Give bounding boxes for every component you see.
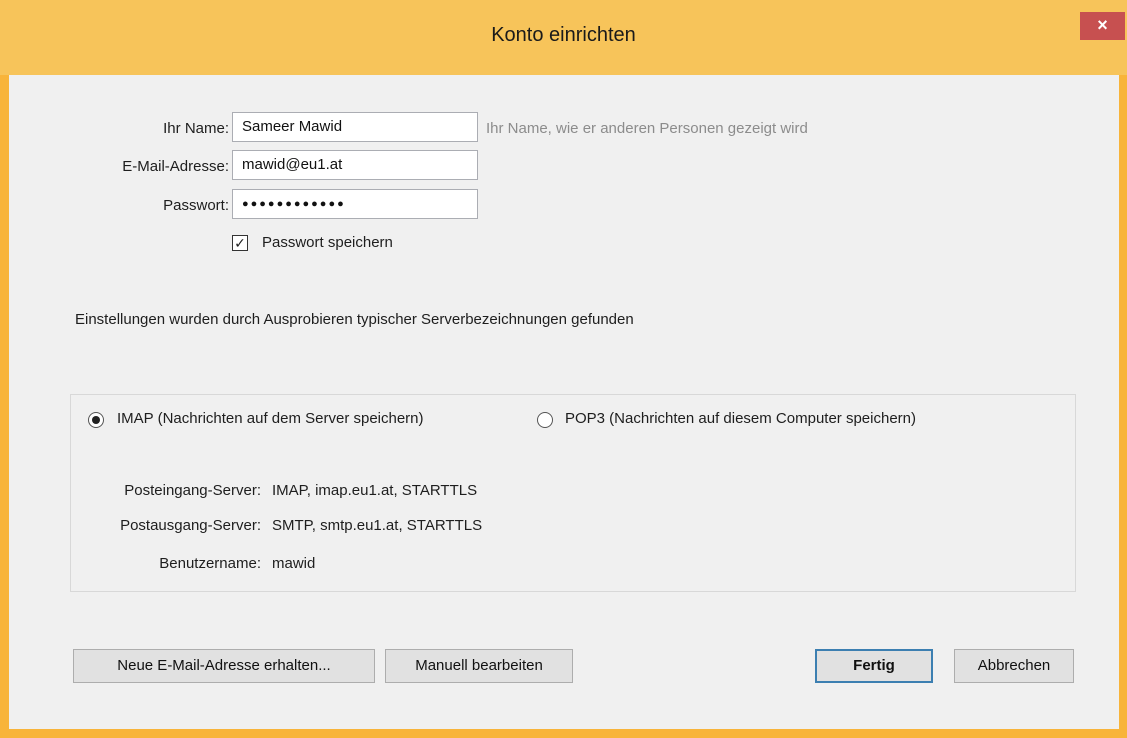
- email-label: E-Mail-Adresse:: [122, 158, 229, 175]
- account-setup-window: Konto einrichten × Ihr Name: Sameer Mawi…: [0, 0, 1127, 738]
- incoming-server-label: Posteingang-Server:: [124, 482, 261, 499]
- password-label: Passwort:: [163, 197, 229, 214]
- outgoing-server-label: Postausgang-Server:: [120, 517, 261, 534]
- close-button[interactable]: ×: [1080, 12, 1125, 40]
- imap-radio-label[interactable]: IMAP (Nachrichten auf dem Server speiche…: [117, 410, 424, 427]
- dialog-body: Ihr Name: Sameer Mawid Ihr Name, wie er …: [9, 75, 1119, 729]
- manual-edit-button[interactable]: Manuell bearbeiten: [385, 649, 573, 683]
- name-field[interactable]: Sameer Mawid: [232, 112, 478, 142]
- window-title: Konto einrichten: [491, 24, 636, 46]
- name-hint: Ihr Name, wie er anderen Personen gezeig…: [486, 120, 808, 137]
- imap-radio[interactable]: [88, 412, 104, 428]
- checkmark-icon: ✓: [234, 235, 246, 251]
- title-bar[interactable]: Konto einrichten ×: [0, 0, 1127, 75]
- email-field[interactable]: mawid@eu1.at: [232, 150, 478, 180]
- outgoing-server-value: SMTP, smtp.eu1.at, STARTTLS: [272, 517, 483, 534]
- close-icon: ×: [1097, 15, 1108, 35]
- server-settings-panel: IMAP (Nachrichten auf dem Server speiche…: [70, 394, 1076, 592]
- done-button[interactable]: Fertig: [815, 649, 933, 683]
- password-field[interactable]: ●●●●●●●●●●●●: [232, 189, 478, 219]
- pop3-radio-label[interactable]: POP3 (Nachrichten auf diesem Computer sp…: [565, 410, 916, 427]
- pop3-radio[interactable]: [537, 412, 553, 428]
- cancel-button[interactable]: Abbrechen: [954, 649, 1074, 683]
- remember-password-checkbox[interactable]: ✓: [232, 235, 248, 251]
- new-email-button[interactable]: Neue E-Mail-Adresse erhalten...: [73, 649, 375, 683]
- status-message: Einstellungen wurden durch Ausprobieren …: [75, 311, 634, 328]
- username-label: Benutzername:: [159, 555, 261, 572]
- username-value: mawid: [272, 555, 316, 572]
- name-label: Ihr Name:: [163, 120, 229, 137]
- incoming-server-value: IMAP, imap.eu1.at, STARTTLS: [272, 482, 478, 499]
- remember-password-label[interactable]: Passwort speichern: [262, 234, 393, 251]
